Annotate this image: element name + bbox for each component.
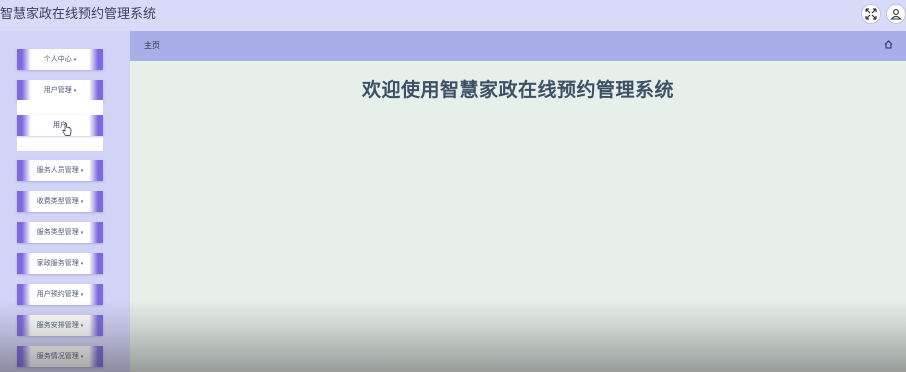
sidebar-item-user-management[interactable]: 用户管理 ▾ bbox=[17, 80, 103, 101]
sidebar-item-label: 收费类型管理 bbox=[36, 197, 79, 205]
sidebar-item-label: 服务情况管理 bbox=[36, 352, 79, 360]
sidebar-item-service-type-management[interactable]: 服务类型管理 ▾ bbox=[17, 222, 103, 243]
sidebar-item-label: 服务类型管理 bbox=[36, 228, 79, 236]
sidebar-subitem-user[interactable]: 用户 bbox=[17, 115, 103, 136]
sidebar-item-label: 家政服务管理 bbox=[36, 259, 79, 267]
user-icon[interactable] bbox=[886, 4, 906, 24]
sidebar-item-fee-type-management[interactable]: 收费类型管理 ▾ bbox=[17, 191, 103, 212]
sidebar-item-label: 用户预约管理 bbox=[36, 290, 79, 298]
sidebar-item-label: 用户管理 bbox=[43, 86, 72, 94]
main-content: 欢迎使用智慧家政在线预约管理系统 bbox=[130, 61, 906, 372]
sidebar-item-service-arrangement-management[interactable]: 服务安排管理 ▾ bbox=[17, 315, 103, 336]
breadcrumb-bar: 主页 bbox=[130, 31, 906, 61]
sidebar-item-label: 服务安排管理 bbox=[36, 321, 79, 329]
chevron-down-icon: ▾ bbox=[80, 168, 84, 174]
breadcrumb[interactable]: 主页 bbox=[144, 40, 160, 51]
chevron-down-icon: ▾ bbox=[80, 354, 84, 360]
hand-cursor-icon bbox=[62, 123, 72, 136]
sidebar-item-label: 服务人员管理 bbox=[36, 166, 79, 174]
sidebar-item-appointment-management[interactable]: 用户预约管理 ▾ bbox=[17, 284, 103, 305]
sidebar: 个人中心 ▾ 用户管理 ▾ 用户 服务人员管理 ▾ 收费类型管理 ▾ 服务类型管理 ▾ 家… bbox=[0, 31, 130, 372]
chevron-down-icon: ▾ bbox=[80, 292, 84, 298]
chevron-down-icon: ▾ bbox=[80, 323, 84, 329]
welcome-heading: 欢迎使用智慧家政在线预约管理系统 bbox=[361, 79, 674, 101]
sidebar-item-staff-management[interactable]: 服务人员管理 ▾ bbox=[17, 160, 103, 181]
chevron-down-icon: ▾ bbox=[80, 230, 84, 236]
sidebar-item-housekeeping-service-management[interactable]: 家政服务管理 ▾ bbox=[17, 253, 103, 274]
top-header: 智慧家政在线预约管理系统 bbox=[0, 0, 906, 32]
sidebar-item-profile-center[interactable]: 个人中心 ▾ bbox=[17, 49, 103, 70]
chevron-down-icon: ▾ bbox=[80, 261, 84, 267]
home-icon[interactable] bbox=[884, 40, 893, 49]
app-title: 智慧家政在线预约管理系统 bbox=[0, 7, 157, 22]
fullscreen-icon[interactable] bbox=[861, 4, 881, 24]
sidebar-item-service-status-management[interactable]: 服务情况管理 ▾ bbox=[17, 346, 103, 367]
chevron-down-icon: ▾ bbox=[73, 88, 77, 94]
chevron-down-icon: ▾ bbox=[80, 199, 84, 205]
chevron-down-icon: ▾ bbox=[73, 57, 77, 63]
sidebar-item-label: 个人中心 bbox=[43, 55, 72, 63]
